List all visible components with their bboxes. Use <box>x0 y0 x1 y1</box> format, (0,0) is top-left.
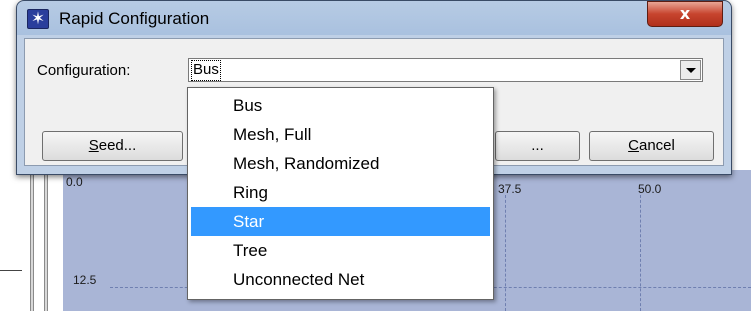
grid-label: 37.5 <box>498 182 522 196</box>
background-rail <box>44 170 48 311</box>
dropdown-option-unconnected-net[interactable]: Unconnected Net <box>188 265 493 294</box>
title-bar[interactable]: ✶ Rapid Configuration x <box>17 1 731 37</box>
dropdown-option-bus[interactable]: Bus <box>188 91 493 120</box>
close-icon: x <box>679 4 691 23</box>
grid-line <box>505 195 506 311</box>
dropdown-arrow-button[interactable] <box>680 60 701 80</box>
app-star-icon: ✶ <box>27 9 49 29</box>
dropdown-option-mesh-randomized[interactable]: Mesh, Randomized <box>188 149 493 178</box>
configuration-select-value: Bus <box>191 60 221 81</box>
dropdown-option-star[interactable]: Star <box>191 207 490 236</box>
grid-label: 50.0 <box>638 182 662 196</box>
dropdown-option-mesh-full[interactable]: Mesh, Full <box>188 120 493 149</box>
configuration-select[interactable]: Bus <box>188 58 703 82</box>
cancel-button[interactable]: Cancel <box>589 131 714 161</box>
chevron-down-icon <box>685 68 696 73</box>
background-rail <box>30 170 34 311</box>
close-button[interactable]: x <box>647 1 723 27</box>
grid-line <box>640 195 641 311</box>
ok-button[interactable]: ... <box>495 131 580 161</box>
grid-label: 12.5 <box>73 273 97 287</box>
window-title: Rapid Configuration <box>59 9 210 28</box>
background-left-panel <box>0 170 22 311</box>
background-left-divider <box>0 270 22 271</box>
seed-button[interactable]: Seed... <box>42 131 183 161</box>
configuration-dropdown-list: Bus Mesh, Full Mesh, Randomized Ring Sta… <box>187 87 494 300</box>
configuration-label: Configuration: <box>37 62 131 79</box>
grid-label: 0.0 <box>66 175 83 189</box>
dropdown-option-ring[interactable]: Ring <box>188 178 493 207</box>
dropdown-option-tree[interactable]: Tree <box>188 236 493 265</box>
